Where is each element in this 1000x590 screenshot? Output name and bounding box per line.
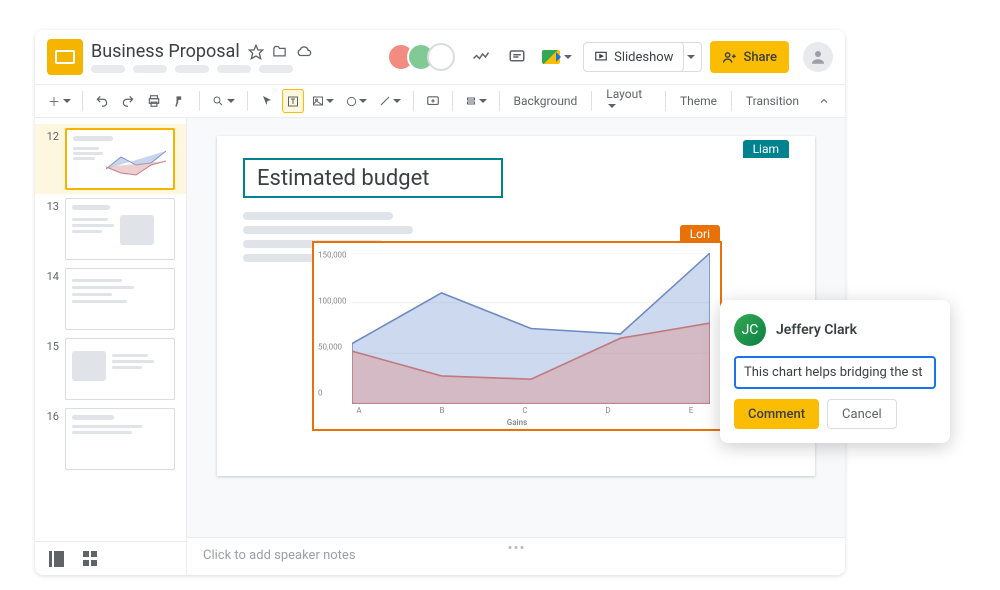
add-comment-button[interactable]	[422, 89, 444, 113]
background-button[interactable]: Background	[508, 94, 584, 108]
new-slide-button[interactable]: ＋	[45, 89, 74, 113]
comment-cancel-button[interactable]: Cancel	[827, 399, 897, 429]
chart-plot-area	[352, 253, 710, 404]
collaborator-tag-lori: Lori	[680, 225, 720, 243]
collaborator-avatars[interactable]	[395, 43, 455, 71]
comments-icon[interactable]	[503, 43, 531, 71]
account-avatar[interactable]	[803, 42, 833, 72]
slideshow-button[interactable]: Slideshow	[583, 42, 684, 72]
collaborator-tag-liam: Liam	[743, 140, 789, 158]
line-tool[interactable]	[375, 89, 405, 113]
collapse-toolbar-button[interactable]	[813, 89, 835, 113]
slides-logo[interactable]	[47, 39, 83, 75]
activity-icon[interactable]	[467, 43, 495, 71]
filmstrip-view-icon[interactable]	[49, 551, 65, 567]
title-textbox[interactable]: Liam Estimated budget	[243, 158, 503, 198]
slide-thumb[interactable]: 12	[35, 124, 186, 194]
commenter-name: Jeffery Clark	[776, 322, 857, 338]
menu-bar[interactable]	[91, 65, 387, 73]
select-tool[interactable]	[256, 89, 278, 113]
redo-button[interactable]	[117, 89, 139, 113]
speaker-notes[interactable]: Click to add speaker notes	[187, 537, 845, 575]
grid-view-icon[interactable]	[83, 551, 99, 567]
cloud-status-icon[interactable]	[296, 44, 312, 60]
title-bar: Business Proposal	[35, 30, 845, 84]
shape-tool[interactable]	[342, 89, 371, 113]
paint-format-button[interactable]	[169, 89, 191, 113]
toolbar: ＋ Background Layout Theme Transition	[35, 84, 845, 118]
meet-icon[interactable]	[539, 43, 575, 71]
star-icon[interactable]	[248, 44, 264, 60]
slide-thumb[interactable]: 14	[35, 264, 186, 334]
theme-button[interactable]: Theme	[674, 94, 723, 108]
slideshow-dropdown[interactable]	[680, 42, 702, 72]
commenter-avatar: JC	[734, 314, 766, 346]
comment-submit-button[interactable]: Comment	[734, 399, 819, 429]
slide-panel: 12 13 14 15	[35, 118, 187, 575]
undo-button[interactable]	[91, 89, 113, 113]
resize-grip-icon[interactable]	[509, 546, 524, 549]
textbox-tool[interactable]	[282, 89, 304, 113]
doc-title[interactable]: Business Proposal	[91, 41, 240, 62]
zoom-button[interactable]	[208, 89, 239, 113]
share-label: Share	[743, 50, 777, 65]
layout-button[interactable]: Layout	[600, 87, 657, 115]
slide-title: Estimated budget	[257, 166, 430, 191]
slide-thumb[interactable]: 16	[35, 404, 186, 474]
move-icon[interactable]	[272, 44, 288, 60]
comment-popover: JC Jeffery Clark This chart helps bridgi…	[720, 300, 950, 443]
share-button[interactable]: Share	[710, 41, 789, 73]
print-button[interactable]	[143, 89, 165, 113]
chart-xlabel: Gains	[507, 418, 527, 427]
slideshow-label: Slideshow	[614, 50, 673, 65]
transition-button[interactable]: Transition	[740, 94, 805, 108]
slide-thumb[interactable]: 15	[35, 334, 186, 404]
image-tool[interactable]	[308, 89, 338, 113]
comment-input[interactable]: This chart helps bridging the st	[734, 356, 936, 389]
chart-object[interactable]: Lori 150,000 100,000 50,000 0	[312, 241, 722, 431]
align-button[interactable]	[461, 89, 491, 113]
slide-thumb[interactable]: 13	[35, 194, 186, 264]
